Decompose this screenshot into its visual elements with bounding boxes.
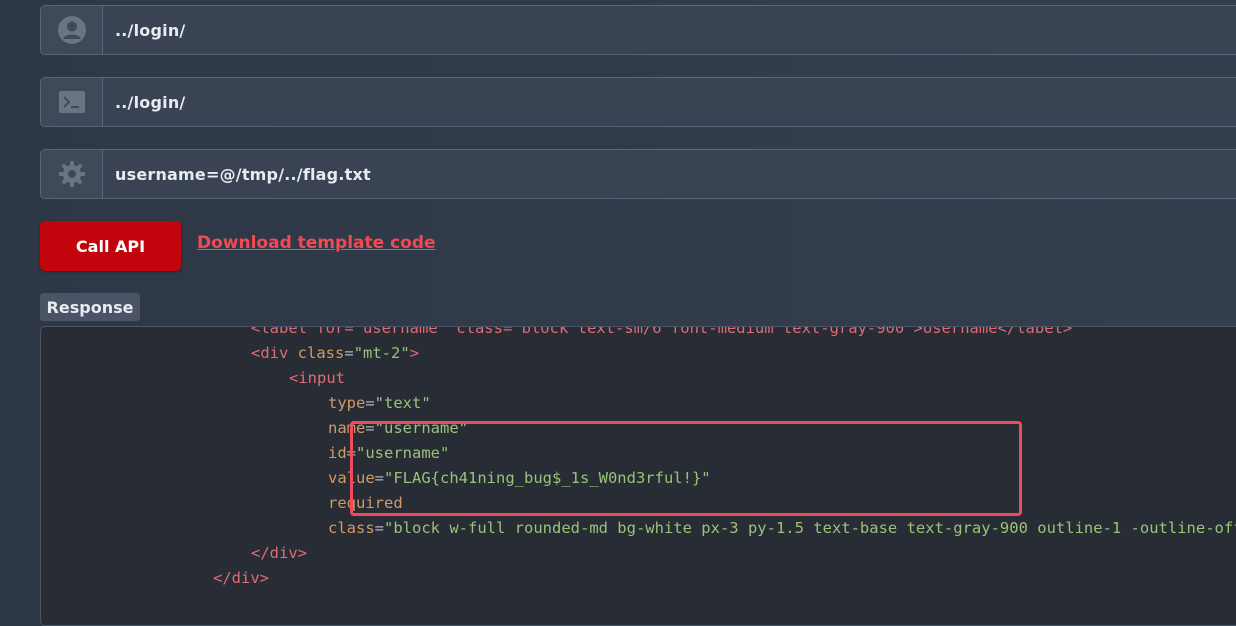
call-api-button[interactable]: Call API <box>40 221 181 271</box>
user-icon <box>41 6 103 54</box>
code-line: type="text" <box>328 394 431 412</box>
response-label: Response <box>40 293 140 321</box>
code-line: <label for="username" class="block text-… <box>251 326 1073 337</box>
terminal-icon <box>41 78 103 126</box>
code-line: </div> <box>213 569 269 587</box>
url-field[interactable]: ../login/ <box>40 5 1236 55</box>
params-field[interactable]: username=@/tmp/../flag.txt <box>40 149 1236 199</box>
flag-highlight-box <box>350 421 1022 516</box>
download-template-link[interactable]: Download template code <box>197 233 436 253</box>
endpoint-field[interactable]: ../login/ <box>40 77 1236 127</box>
code-line: <div class="mt-2"> <box>251 344 420 362</box>
code-line: </div> <box>251 544 307 562</box>
gear-icon <box>41 150 103 198</box>
url-field-value[interactable]: ../login/ <box>103 6 1236 54</box>
params-field-value[interactable]: username=@/tmp/../flag.txt <box>103 150 1236 198</box>
code-line: class="block w-full rounded-md bg-white … <box>328 519 1236 537</box>
code-line: <input <box>289 369 345 387</box>
endpoint-field-value[interactable]: ../login/ <box>103 78 1236 126</box>
